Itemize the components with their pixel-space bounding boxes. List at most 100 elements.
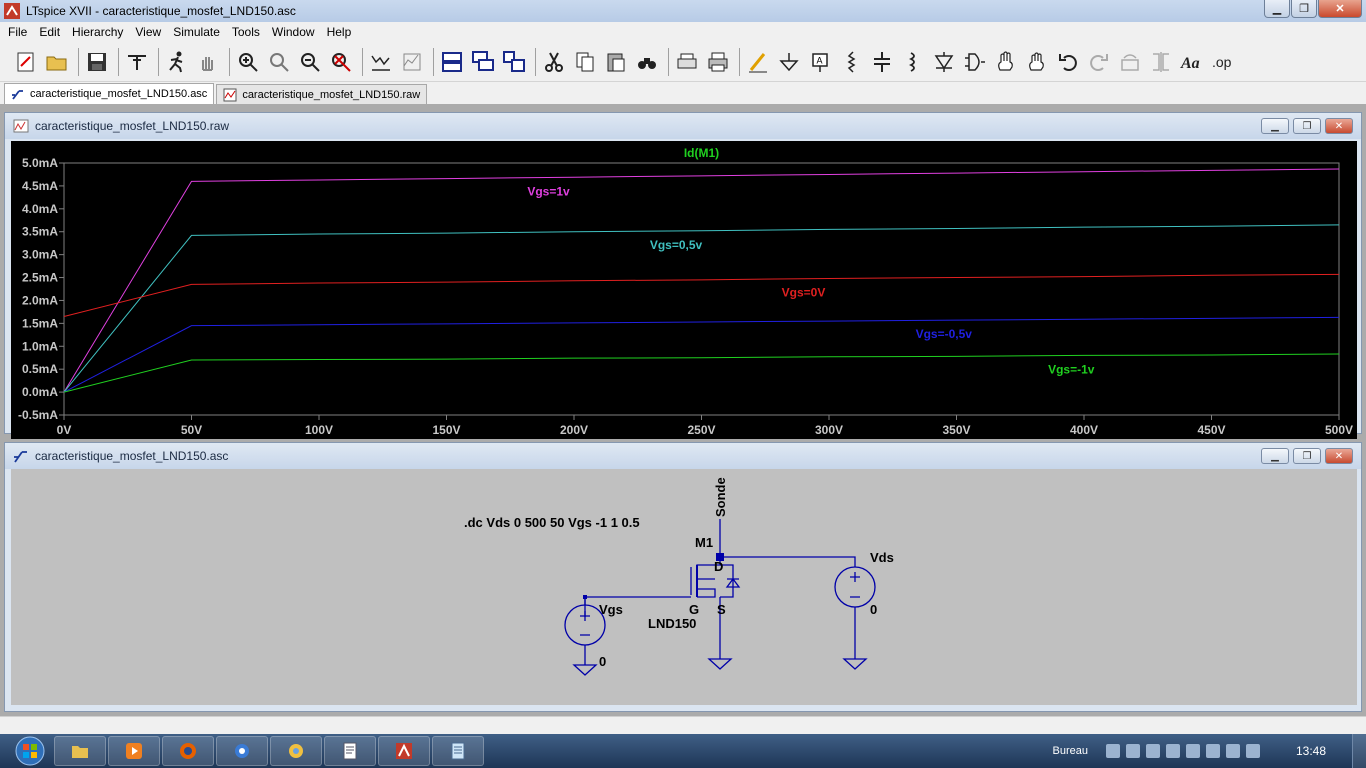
open-icon[interactable] bbox=[43, 48, 71, 76]
usb-icon[interactable] bbox=[1165, 744, 1180, 758]
menu-view[interactable]: View bbox=[129, 25, 167, 39]
tray-icons bbox=[1105, 744, 1260, 758]
waveform-window-title: caracteristique_mosfet_LND150.raw bbox=[35, 119, 230, 133]
draw-wire-icon[interactable] bbox=[744, 48, 772, 76]
tray-app-icon[interactable] bbox=[1205, 744, 1220, 758]
tray-app-icon[interactable] bbox=[1125, 744, 1140, 758]
tab-schematic[interactable]: caracteristique_mosfet_LND150.asc bbox=[4, 83, 215, 104]
volume-icon[interactable] bbox=[1185, 744, 1200, 758]
diode-icon[interactable] bbox=[930, 48, 958, 76]
cascade-icon[interactable] bbox=[469, 48, 497, 76]
paste-icon[interactable] bbox=[602, 48, 630, 76]
schematic-window-icon bbox=[14, 451, 27, 463]
clock[interactable]: 13:48 bbox=[1296, 744, 1326, 758]
network-signal-icon[interactable] bbox=[1245, 744, 1260, 758]
waveform-plot[interactable]: 5.0mA 4.5mA 4.0mA 3.5mA 3.0mA 2.5mA 2.0mA 1.5mA… bbox=[11, 141, 1357, 439]
ground-icon[interactable] bbox=[775, 48, 803, 76]
drain-wire bbox=[720, 556, 856, 567]
spice-directive[interactable]: .dc Vds 0 500 50 Vgs -1 1 0.5 bbox=[464, 515, 640, 530]
taskbar-app-6[interactable] bbox=[324, 736, 376, 766]
taskbar-ltspice[interactable] bbox=[378, 736, 430, 766]
schematic-window-header: caracteristique_mosfet_LND150.asc ▁ ❐ ✕ bbox=[5, 443, 1361, 469]
undo-icon[interactable] bbox=[1054, 48, 1082, 76]
menu-window[interactable]: Window bbox=[266, 25, 321, 39]
desktop-toolbar-label[interactable]: Bureau bbox=[1052, 745, 1087, 757]
zoom-fit-icon[interactable] bbox=[327, 48, 355, 76]
tab-waveform[interactable]: caracteristique_mosfet_LND150.raw bbox=[216, 84, 428, 104]
new-schematic-icon[interactable] bbox=[12, 48, 40, 76]
spice-directive-icon[interactable]: .op bbox=[1209, 48, 1237, 76]
close-button[interactable]: ✕ bbox=[1318, 0, 1362, 18]
gate-junction bbox=[583, 595, 587, 599]
y-tick-label: 1.5mA bbox=[22, 316, 58, 330]
autorange-icon[interactable] bbox=[367, 48, 395, 76]
schematic-wires bbox=[564, 519, 876, 676]
cut-icon[interactable] bbox=[540, 48, 568, 76]
svg-text:.op: .op bbox=[1212, 54, 1232, 70]
waveform-chart[interactable]: 5.0mA 4.5mA 4.0mA 3.5mA 3.0mA 2.5mA 2.0mA 1.5mA… bbox=[11, 141, 1357, 439]
halt-icon[interactable] bbox=[194, 48, 222, 76]
menu-edit[interactable]: Edit bbox=[33, 25, 66, 39]
control-panel-icon[interactable] bbox=[123, 48, 151, 76]
schematic-close-button[interactable]: ✕ bbox=[1325, 448, 1353, 464]
taskbar-explorer[interactable] bbox=[54, 736, 106, 766]
waveform-minimize-button[interactable]: ▁ bbox=[1261, 118, 1289, 134]
waveform-maximize-button[interactable]: ❐ bbox=[1293, 118, 1321, 134]
component-icon[interactable] bbox=[961, 48, 989, 76]
schematic-tab-icon bbox=[12, 90, 23, 100]
menu-simulate[interactable]: Simulate bbox=[167, 25, 226, 39]
windows-logo-icon bbox=[15, 736, 45, 766]
tray-app-icon[interactable] bbox=[1145, 744, 1160, 758]
run-icon[interactable] bbox=[163, 48, 191, 76]
capacitor-icon[interactable] bbox=[868, 48, 896, 76]
menu-hierarchy[interactable]: Hierarchy bbox=[66, 25, 129, 39]
taskbar-media-player[interactable] bbox=[108, 736, 160, 766]
media-player-icon bbox=[126, 743, 142, 759]
zoom-out-icon[interactable] bbox=[296, 48, 324, 76]
inductor-icon[interactable] bbox=[899, 48, 927, 76]
tile-horizontal-icon[interactable] bbox=[438, 48, 466, 76]
schematic-drawing[interactable]: .dc Vds 0 500 50 Vgs -1 1 0.5 M1 D G S L… bbox=[11, 469, 1357, 705]
taskbar-app-4[interactable] bbox=[216, 736, 268, 766]
menu-help[interactable]: Help bbox=[321, 25, 358, 39]
text-icon[interactable]: Aa bbox=[1178, 48, 1206, 76]
move-icon[interactable] bbox=[992, 48, 1020, 76]
schematic-minimize-button[interactable]: ▁ bbox=[1261, 448, 1289, 464]
menu-file[interactable]: File bbox=[2, 25, 33, 39]
x-tick-label: 50V bbox=[181, 423, 202, 437]
menu-tools[interactable]: Tools bbox=[226, 25, 266, 39]
show-hidden-icons-icon[interactable] bbox=[1105, 744, 1120, 758]
schematic-maximize-button[interactable]: ❐ bbox=[1293, 448, 1321, 464]
print-icon[interactable] bbox=[704, 48, 732, 76]
y-tick-label: 3.5mA bbox=[22, 225, 58, 239]
svg-text:A: A bbox=[817, 55, 823, 65]
rotate-icon[interactable] bbox=[1116, 48, 1144, 76]
zoom-pan-icon[interactable] bbox=[265, 48, 293, 76]
taskbar-app-5[interactable] bbox=[270, 736, 322, 766]
start-button[interactable] bbox=[8, 734, 52, 768]
drag-icon[interactable] bbox=[1023, 48, 1051, 76]
action-center-flag-icon[interactable] bbox=[1225, 744, 1240, 758]
show-desktop-button[interactable] bbox=[1352, 734, 1366, 768]
redo-icon[interactable] bbox=[1085, 48, 1113, 76]
waveform-close-button[interactable]: ✕ bbox=[1325, 118, 1353, 134]
find-icon[interactable] bbox=[633, 48, 661, 76]
maximize-button[interactable]: ❐ bbox=[1291, 0, 1317, 18]
y-tick-label: 5.0mA bbox=[22, 156, 58, 170]
minimize-button[interactable]: ▁ bbox=[1264, 0, 1290, 18]
save-icon[interactable] bbox=[83, 48, 111, 76]
schematic-canvas[interactable]: .dc Vds 0 500 50 Vgs -1 1 0.5 M1 D G S L… bbox=[11, 469, 1357, 705]
mirror-icon[interactable] bbox=[1147, 48, 1175, 76]
tile-vertical-icon[interactable] bbox=[500, 48, 528, 76]
print-preview-icon[interactable] bbox=[673, 48, 701, 76]
zoom-in-icon[interactable] bbox=[234, 48, 262, 76]
taskbar-firefox[interactable] bbox=[162, 736, 214, 766]
copy-icon[interactable] bbox=[571, 48, 599, 76]
horizontal-scrollbar[interactable] bbox=[0, 716, 1366, 734]
taskbar-notepad[interactable] bbox=[432, 736, 484, 766]
resistor-icon[interactable] bbox=[837, 48, 865, 76]
toolbar-separator bbox=[668, 47, 669, 76]
app-icon bbox=[235, 744, 249, 758]
zoom-back-icon[interactable] bbox=[398, 48, 426, 76]
label-net-icon[interactable]: A bbox=[806, 48, 834, 76]
